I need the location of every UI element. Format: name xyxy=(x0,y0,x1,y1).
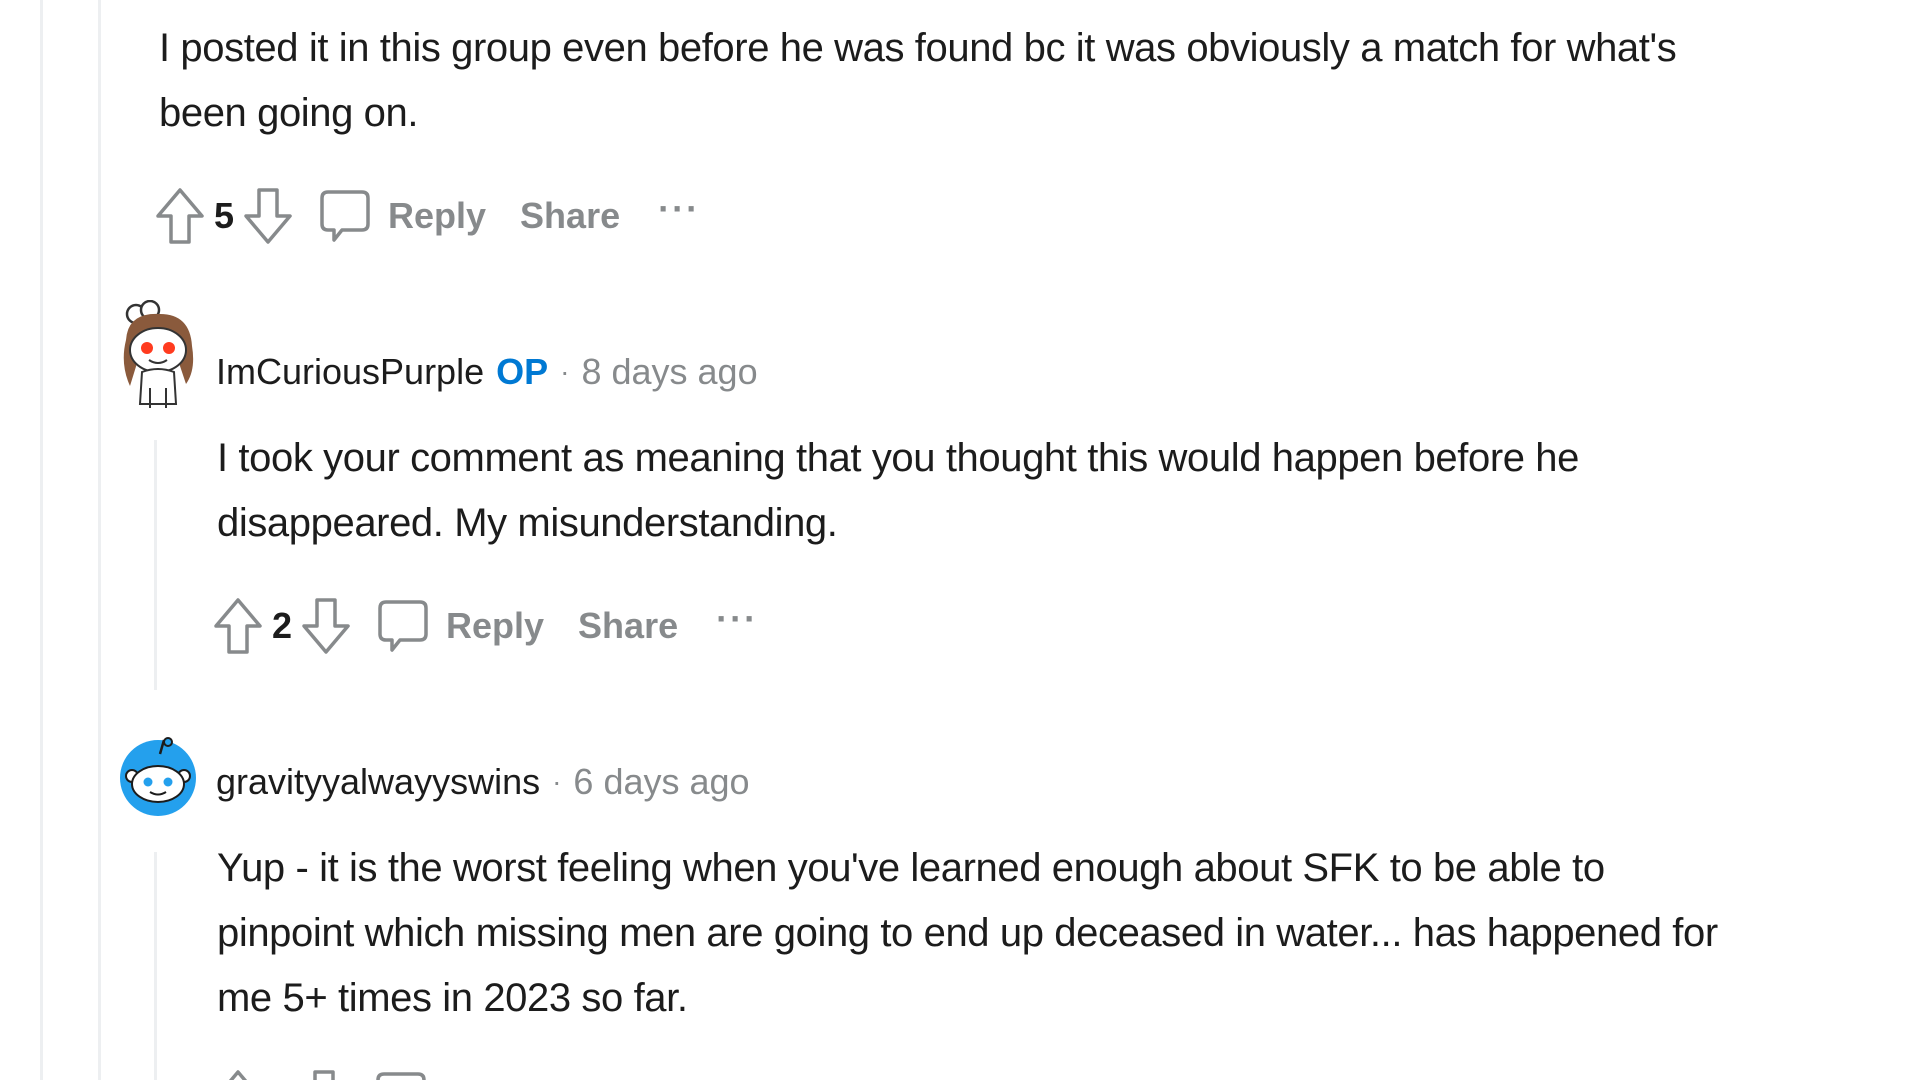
downvote-button[interactable] xyxy=(240,184,296,248)
comment-1-line-2: been going on. xyxy=(159,91,419,135)
reply-label: Reply xyxy=(388,195,487,236)
upvote-button[interactable] xyxy=(152,184,208,248)
comment-2-username[interactable]: ImCuriousPurple xyxy=(216,351,484,393)
comment-thread: I posted it in this group even before he… xyxy=(0,0,1920,1080)
thread-line-reply-1[interactable] xyxy=(154,440,157,690)
comment-3-body: Yup - it is the worst feeling when you'v… xyxy=(217,836,1718,1031)
comment-2-line-2: disappeared. My misunderstanding. xyxy=(217,501,838,545)
comment-3-actions xyxy=(210,1066,444,1080)
comment-3-username[interactable]: gravityyalwayyswins xyxy=(216,761,540,803)
op-badge: OP xyxy=(496,351,549,392)
avatar[interactable] xyxy=(118,734,198,825)
comment-2-line-1: I took your comment as meaning that you … xyxy=(217,436,1579,480)
more-options-button[interactable]: ··· xyxy=(716,601,758,643)
downvote-button[interactable] xyxy=(298,594,354,658)
comment-2-header: ImCuriousPurple OP · 8 days ago xyxy=(216,342,758,402)
upvote-button[interactable] xyxy=(210,1066,266,1080)
share-button[interactable]: Share xyxy=(578,605,678,647)
comment-2-actions: 2 Reply Share ··· xyxy=(210,594,758,658)
comment-2-body: I took your comment as meaning that you … xyxy=(217,426,1579,556)
speech-bubble-icon xyxy=(376,1072,426,1080)
speech-bubble-icon xyxy=(378,600,428,652)
comment-3-line-1: Yup - it is the worst feeling when you'v… xyxy=(217,846,1605,890)
arrow-down-icon xyxy=(313,1070,335,1080)
snoo-avatar-blue-icon xyxy=(120,737,196,816)
arrow-up-icon xyxy=(214,598,262,654)
comment-2-score: 2 xyxy=(271,605,293,646)
reply-button[interactable]: Reply xyxy=(376,596,544,656)
arrow-up-icon xyxy=(156,188,204,244)
more-options-button[interactable]: ··· xyxy=(658,191,700,233)
upvote-button[interactable] xyxy=(210,594,266,658)
comment-3-header: gravityyalwayyswins · 6 days ago xyxy=(216,752,750,812)
thread-line-level1[interactable] xyxy=(98,0,101,1080)
thread-line-reply-2[interactable] xyxy=(154,852,157,1080)
speech-bubble-icon xyxy=(320,190,370,242)
comment-3-timestamp[interactable]: 6 days ago xyxy=(573,761,749,803)
snoo-avatar-brown-hair-icon xyxy=(123,299,194,408)
comment-1-line-1: I posted it in this group even before he… xyxy=(159,26,1677,70)
comment-1-score: 5 xyxy=(213,195,235,236)
comment-1-actions: 5 Reply Share ··· xyxy=(152,184,700,248)
reply-button[interactable]: Reply xyxy=(318,186,486,246)
downvote-button[interactable] xyxy=(296,1066,352,1080)
comment-3-line-3: me 5+ times in 2023 so far. xyxy=(217,976,688,1020)
comment-2-timestamp[interactable]: 8 days ago xyxy=(581,351,757,393)
reply-label: Reply xyxy=(446,605,545,646)
comment-3-line-2: pinpoint which missing men are going to … xyxy=(217,911,1718,955)
reply-button[interactable] xyxy=(374,1068,444,1080)
arrow-down-icon xyxy=(302,598,350,654)
meta-separator: · xyxy=(560,356,570,387)
comment-1-body: I posted it in this group even before he… xyxy=(159,16,1677,146)
avatar[interactable] xyxy=(116,299,200,417)
arrow-down-icon xyxy=(244,188,292,244)
thread-line-outer[interactable] xyxy=(40,0,43,1080)
share-button[interactable]: Share xyxy=(520,195,620,237)
arrow-up-icon xyxy=(228,1070,248,1080)
meta-separator: · xyxy=(552,766,562,797)
